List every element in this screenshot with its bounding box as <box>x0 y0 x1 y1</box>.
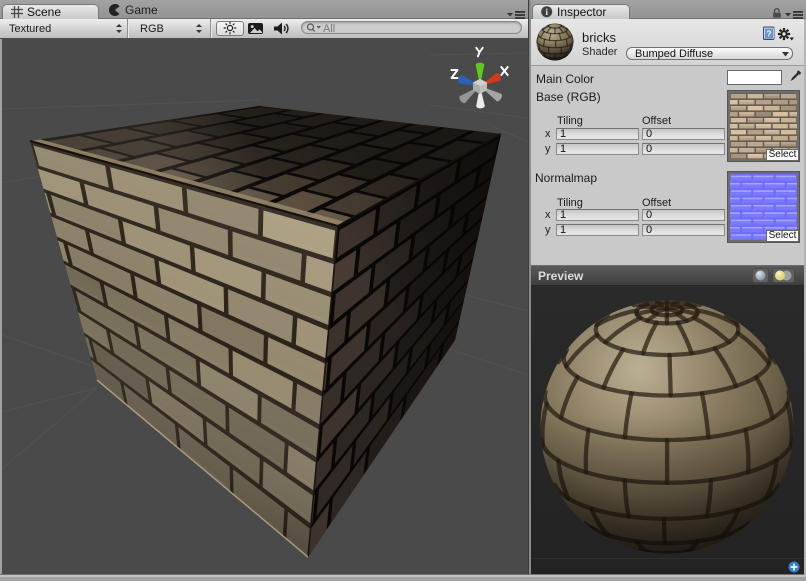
svg-text:?: ? <box>766 29 771 39</box>
